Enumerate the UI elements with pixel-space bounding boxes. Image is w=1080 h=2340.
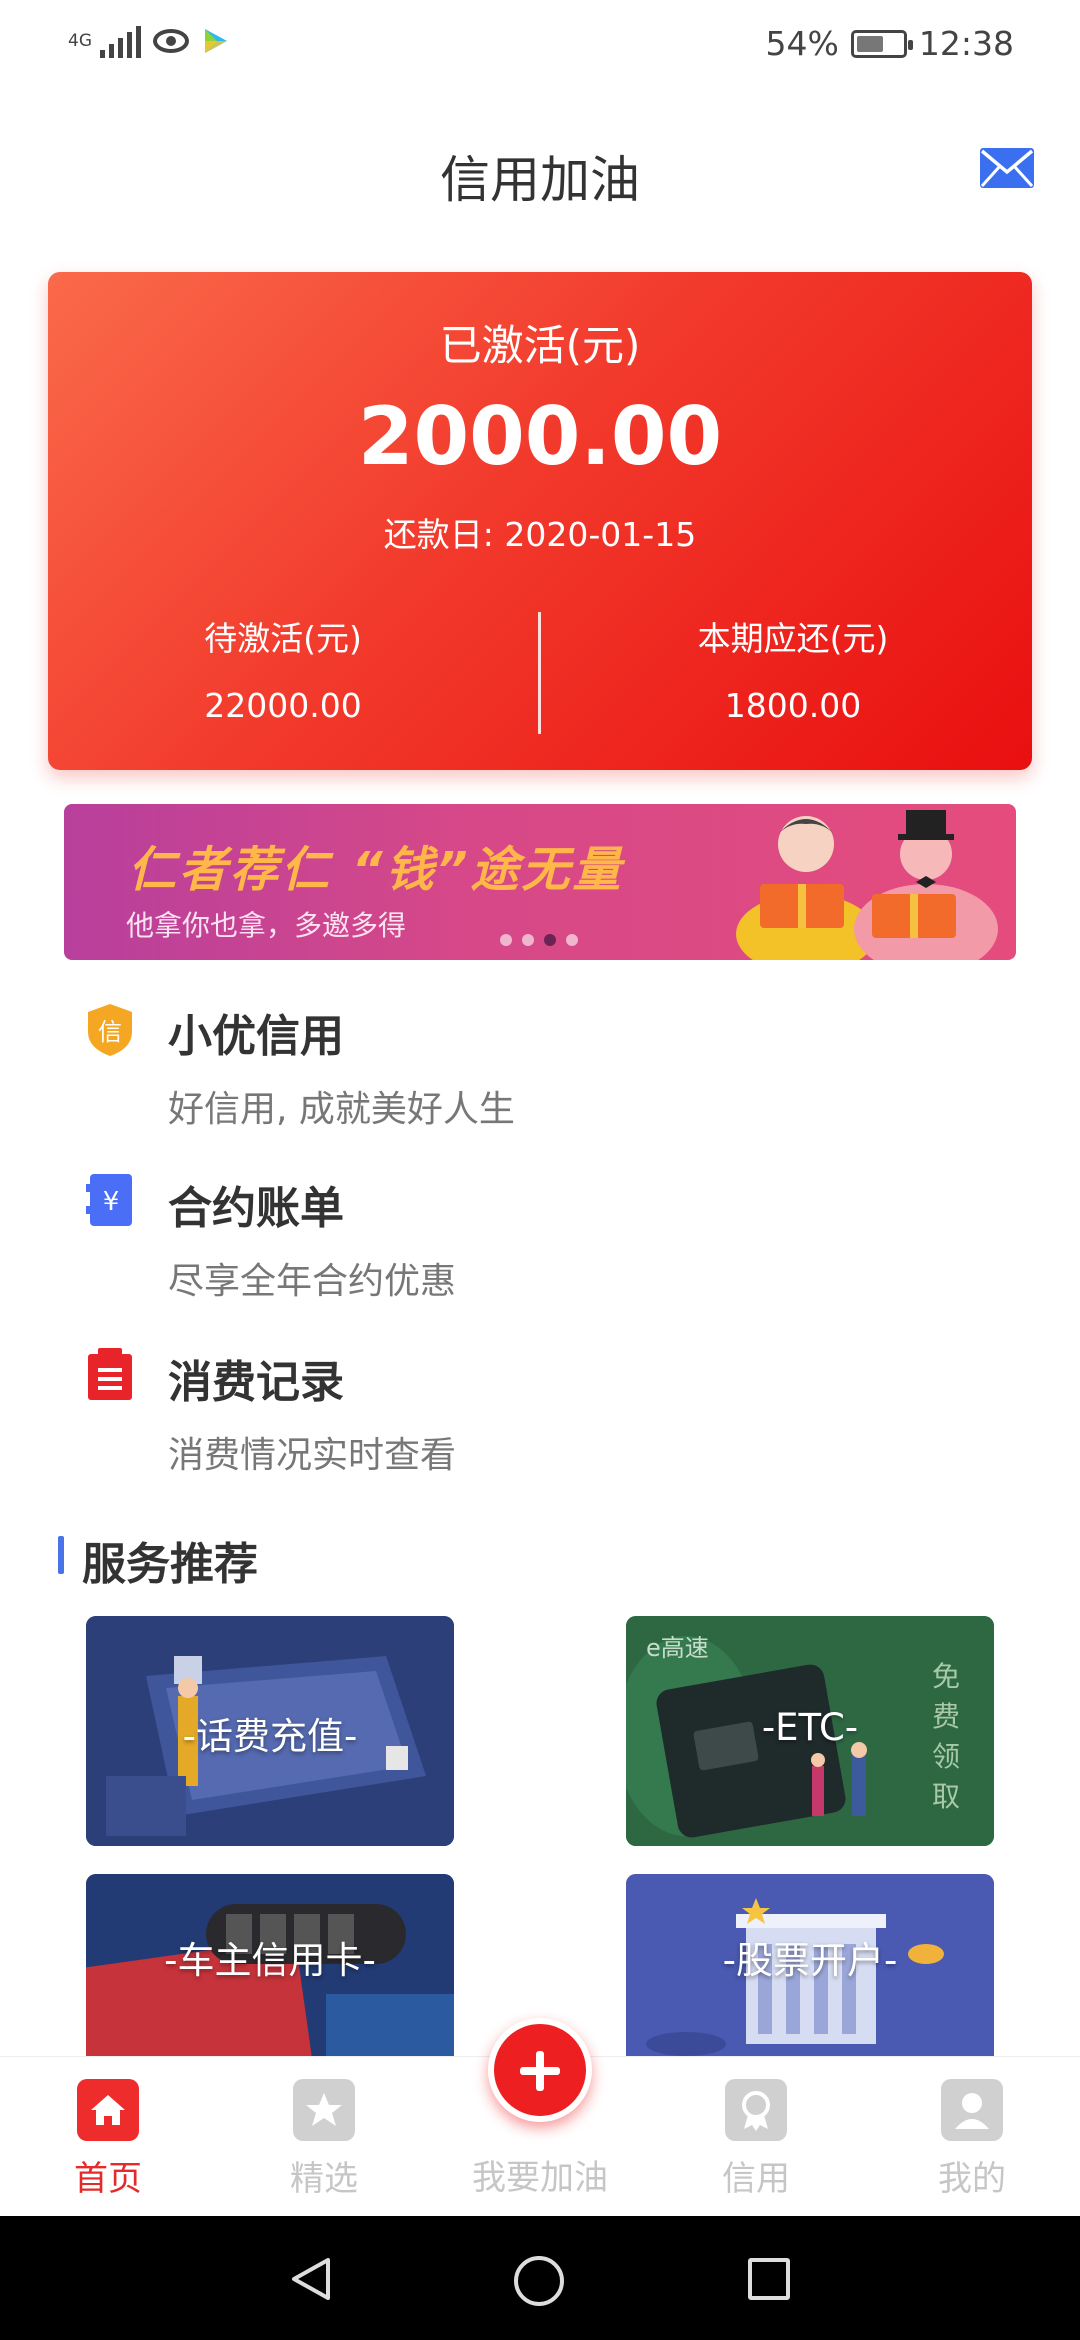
tab-home[interactable]: 首页 [38,2079,178,2200]
service-stock-account[interactable]: -股票开户- [626,1874,994,2056]
pending-label: 待激活(元) [204,619,362,658]
badge-icon [725,2079,787,2141]
fuel-plus-button[interactable] [488,2018,592,2122]
tab-label: 精选 [290,2159,358,2199]
feature-desc: 尽享全年合约优惠 [168,1261,457,1302]
banner-dot[interactable] [522,934,534,946]
section-accent-bar [58,1536,64,1574]
mail-icon[interactable] [978,146,1036,190]
card-divider [538,612,541,734]
service-label: -ETC- [761,1706,859,1749]
banner-title: 仁者荐仁 “钱”途无量 [128,842,624,898]
feature-title: 小优信用 [168,1011,344,1062]
play-icon [205,29,227,53]
banner-pagination [500,934,578,946]
feature-desc: 好信用, 成就美好人生 [168,1089,515,1130]
svg-text:¥: ¥ [103,1187,120,1217]
back-icon[interactable] [288,2256,334,2302]
feature-title: 合约账单 [168,1183,344,1234]
app-header: 信用加油 [0,110,1080,230]
shield-credit-icon: 信 [88,1004,132,1056]
svg-text:取: 取 [932,1780,960,1813]
user-icon [941,2079,1003,2141]
yen-bill-icon: ¥ [86,1174,132,1226]
home-circle-icon[interactable] [514,2256,564,2306]
feature-title: 消费记录 [168,1357,344,1408]
feature-credit[interactable]: 信 小优信用 好信用, 成就美好人生 [0,1000,1080,1150]
svg-text:信: 信 [98,1018,122,1046]
recents-icon[interactable] [748,2258,790,2300]
page-title: 信用加油 [440,151,640,209]
svg-text:e高速: e高速 [646,1634,709,1662]
feature-records[interactable]: 消费记录 消费情况实时查看 [0,1346,1080,1496]
tab-label: 我的 [938,2159,1006,2199]
activated-amount: 2000.00 [357,390,723,483]
status-right: 54% 12:38 [766,24,1014,63]
tab-mine[interactable]: 我的 [902,2079,1042,2200]
service-etc[interactable]: 免 费 领 取 e高速 -ETC- [626,1616,994,1846]
promo-banner[interactable]: 仁者荐仁 “钱”途无量 他拿你也拿，多邀多得 [64,804,1016,960]
feature-desc: 消费情况实时查看 [168,1435,457,1476]
tab-label: 首页 [74,2159,142,2199]
eye-icon [153,29,189,53]
banner-dot[interactable] [500,934,512,946]
tab-label: 信用 [722,2159,790,2199]
banner-illustration [736,810,998,960]
banner-dot[interactable] [566,934,578,946]
current-repayment[interactable]: 本期应还(元) 1800.00 [554,612,1032,725]
section-title: 服务推荐 [82,1539,258,1590]
banner-dot-active[interactable] [544,934,556,946]
service-label: -车主信用卡- [164,1939,376,1982]
battery-icon [850,29,913,58]
system-nav-bar [0,2216,1080,2340]
service-phone-recharge[interactable]: -话费充值- [86,1616,454,1846]
receipt-icon [88,1348,132,1400]
network-type: 4G [68,31,92,51]
battery-percent: 54% [765,24,839,63]
signal-icon [100,24,141,58]
balance-card[interactable]: 已激活(元) 2000.00 还款日: 2020-01-15 待激活(元) 22… [48,272,1032,770]
service-car-credit-card[interactable]: -车主信用卡- [86,1874,454,2056]
status-left: 4G [68,24,229,58]
repayment-date: 还款日: 2020-01-15 [383,515,697,554]
svg-text:免: 免 [932,1660,960,1693]
tab-fuel-label[interactable]: 我要加油 [440,2150,640,2199]
activated-label: 已激活(元) [439,321,641,370]
star-icon [293,2079,355,2141]
pending-value: 22000.00 [204,686,362,725]
service-label: -股票开户- [722,1939,898,1982]
home-icon [77,2079,139,2141]
current-label: 本期应还(元) [697,619,889,658]
pending-activation[interactable]: 待激活(元) 22000.00 [48,612,518,725]
status-bar: 4G 54% 12:38 [0,0,1080,90]
service-label: -话费充值- [182,1715,358,1758]
current-value: 1800.00 [724,686,862,725]
banner-subtitle: 他拿你也拿，多邀多得 [126,909,407,942]
tab-featured[interactable]: 精选 [254,2079,394,2200]
clock: 12:38 [918,24,1014,63]
tab-credit[interactable]: 信用 [686,2079,826,2200]
feature-bill[interactable]: ¥ 合约账单 尽享全年合约优惠 [0,1172,1080,1322]
